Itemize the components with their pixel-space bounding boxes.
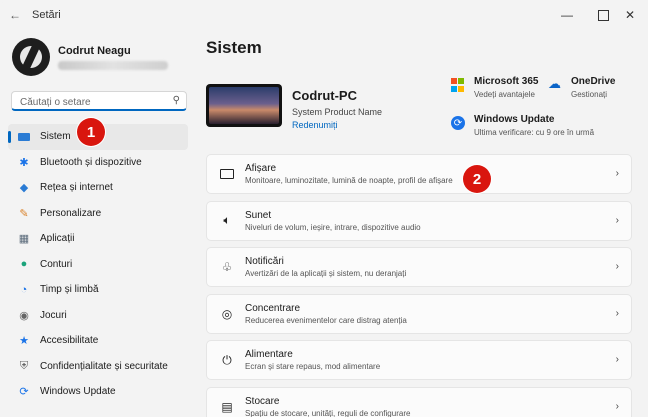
update-title: Windows Update — [474, 114, 555, 125]
microsoft-365-tile[interactable]: Microsoft 365 Vedeți avantajele — [451, 76, 538, 99]
sidebar-item-label: Aplicații — [40, 233, 75, 245]
user-profile[interactable]: Codrut Neagu — [12, 38, 168, 76]
apps-icon: ▦ — [18, 233, 30, 246]
update-subtitle: Ultima verificare: cu 9 ore în urmă — [474, 128, 595, 137]
sidebar-item-label: Windows Update — [40, 386, 116, 398]
sidebar-item-label: Conturi — [40, 258, 73, 270]
bell-icon: ♧ — [221, 260, 233, 274]
profile-name: Codrut Neagu — [58, 44, 131, 57]
windows-update-tile[interactable]: ⟳ Windows Update Ultima verificare: cu 9… — [451, 114, 594, 137]
device-info: Codrut-PC System Product Name Redenumiți — [292, 88, 382, 130]
back-arrow-icon[interactable]: ← — [0, 0, 30, 30]
card-display[interactable]: Afișare Monitoare, luminozitate, lumină … — [206, 154, 632, 194]
person-icon: ● — [20, 258, 28, 271]
card-title: Concentrare — [245, 302, 301, 314]
sidebar-item-personalization[interactable]: ✎ Personalizare — [8, 201, 188, 227]
card-subtitle: Niveluri de volum, ieșire, intrare, disp… — [245, 222, 421, 232]
onedrive-subtitle: Gestionați — [571, 90, 608, 99]
sidebar-item-accessibility[interactable]: ★ Accesibilitate — [8, 328, 188, 354]
device-name: Codrut-PC — [292, 88, 357, 103]
sidebar-item-windows-update[interactable]: ⟳ Windows Update — [8, 379, 188, 405]
card-title: Afișare — [245, 163, 277, 174]
wifi-icon: ◆ — [19, 182, 29, 195]
search-icon[interactable]: ⚲ — [173, 95, 180, 106]
onedrive-tile[interactable]: ☁ OneDrive Gestionați — [548, 76, 615, 99]
sidebar-item-label: Sistem — [40, 131, 71, 143]
gamepad-icon: ◉ — [19, 309, 29, 322]
sidebar-item-bluetooth[interactable]: ✱ Bluetooth și dispozitive — [8, 150, 188, 176]
focus-icon: ◎ — [221, 306, 233, 321]
annotation-badge-2: 2 — [463, 165, 491, 193]
onedrive-title: OneDrive — [571, 76, 616, 87]
bluetooth-icon: ✱ — [19, 156, 29, 169]
profile-email-blurred — [58, 60, 168, 70]
sidebar-item-gaming[interactable]: ◉ Jocuri — [8, 303, 188, 329]
search-input[interactable] — [18, 96, 172, 109]
search-box[interactable]: ⚲ — [11, 91, 187, 111]
update-icon: ⟳ — [451, 116, 465, 130]
monitor-icon — [17, 130, 31, 144]
sidebar-item-network[interactable]: ◆ Rețea și internet — [8, 175, 188, 201]
settings-window: ← Setări — ✕ Codrut Neagu ⚲ Sistem ✱ Blu… — [0, 0, 648, 417]
card-power[interactable]: ⏻ Alimentare Ecran și stare repaus, mod … — [206, 340, 632, 380]
chevron-right-icon: › — [615, 400, 619, 412]
update-icon: ⟳ — [19, 386, 29, 399]
card-title: Stocare — [245, 395, 280, 407]
brush-icon: ✎ — [19, 207, 29, 220]
chevron-right-icon: › — [615, 168, 619, 179]
page-title: Sistem — [206, 38, 262, 57]
sidebar-item-label: Timp și limbă — [40, 284, 99, 296]
device-thumbnail — [206, 84, 282, 127]
card-subtitle: Spațiu de stocare, unități, reguli de co… — [245, 408, 411, 417]
card-subtitle: Reducerea evenimentelor care distrag ate… — [245, 315, 407, 325]
close-button[interactable]: ✕ — [612, 0, 648, 30]
sidebar-item-accounts[interactable]: ● Conturi — [8, 252, 188, 278]
card-title: Notificări — [245, 256, 284, 267]
chevron-right-icon: › — [615, 354, 619, 365]
avatar — [12, 38, 50, 76]
rename-link[interactable]: Redenumiți — [292, 120, 382, 130]
card-sound[interactable]: 🔈︎ Sunet Niveluri de volum, ieșire, intr… — [206, 200, 632, 241]
sidebar-item-privacy[interactable]: ⛨ Confidențialitate și securitate — [8, 354, 188, 380]
speaker-icon: 🔈︎ — [223, 213, 231, 227]
microsoft-logo-icon — [451, 78, 465, 92]
window-title: Setări — [32, 9, 61, 21]
minimize-button[interactable]: — — [549, 0, 585, 30]
card-title: Sunet — [245, 209, 272, 221]
onedrive-cloud-icon: ☁ — [548, 76, 561, 91]
m365-subtitle: Vedeți avantajele — [474, 90, 535, 99]
settings-cards: Afișare Monitoare, luminozitate, lumină … — [206, 154, 632, 417]
storage-icon: ▤ — [221, 399, 233, 414]
chevron-right-icon: › — [615, 307, 619, 319]
card-subtitle: Ecran și stare repaus, mod alimentare — [245, 362, 381, 371]
sidebar-item-label: Personalizare — [40, 207, 102, 219]
sidebar-item-label: Jocuri — [40, 309, 67, 321]
sidebar-item-label: Confidențialitate și securitate — [40, 360, 168, 372]
card-subtitle: Monitoare, luminozitate, lumină de noapt… — [245, 176, 453, 185]
sidebar-item-apps[interactable]: ▦ Aplicații — [8, 226, 188, 252]
display-icon — [219, 169, 235, 179]
chevron-right-icon: › — [615, 261, 619, 272]
chevron-right-icon: › — [615, 214, 619, 226]
sidebar-item-label: Bluetooth și dispozitive — [40, 156, 142, 168]
card-focus[interactable]: ◎ Concentrare Reducerea evenimentelor ca… — [206, 293, 632, 334]
m365-title: Microsoft 365 — [474, 76, 539, 87]
sidebar-nav: Sistem ✱ Bluetooth și dispozitive ◆ Rețe… — [8, 124, 188, 405]
card-notifications[interactable]: ♧ Notificări Avertizări de la aplicații … — [206, 247, 632, 287]
card-title: Alimentare — [245, 349, 293, 360]
accessibility-icon: ★ — [19, 335, 29, 348]
card-storage[interactable]: ▤ Stocare Spațiu de stocare, unități, re… — [206, 386, 632, 417]
globe-clock-icon: ◔ — [20, 283, 28, 296]
device-model: System Product Name — [292, 107, 383, 117]
annotation-badge-1: 1 — [77, 118, 105, 146]
shield-icon: ⛨ — [19, 359, 29, 372]
card-subtitle: Avertizări de la aplicații și sistem, nu… — [245, 269, 407, 278]
power-icon: ⏻ — [222, 352, 232, 367]
sidebar-item-label: Rețea și internet — [40, 182, 113, 194]
sidebar-item-label: Accesibilitate — [40, 335, 99, 347]
sidebar-item-time-language[interactable]: ◔ Timp și limbă — [8, 277, 188, 303]
